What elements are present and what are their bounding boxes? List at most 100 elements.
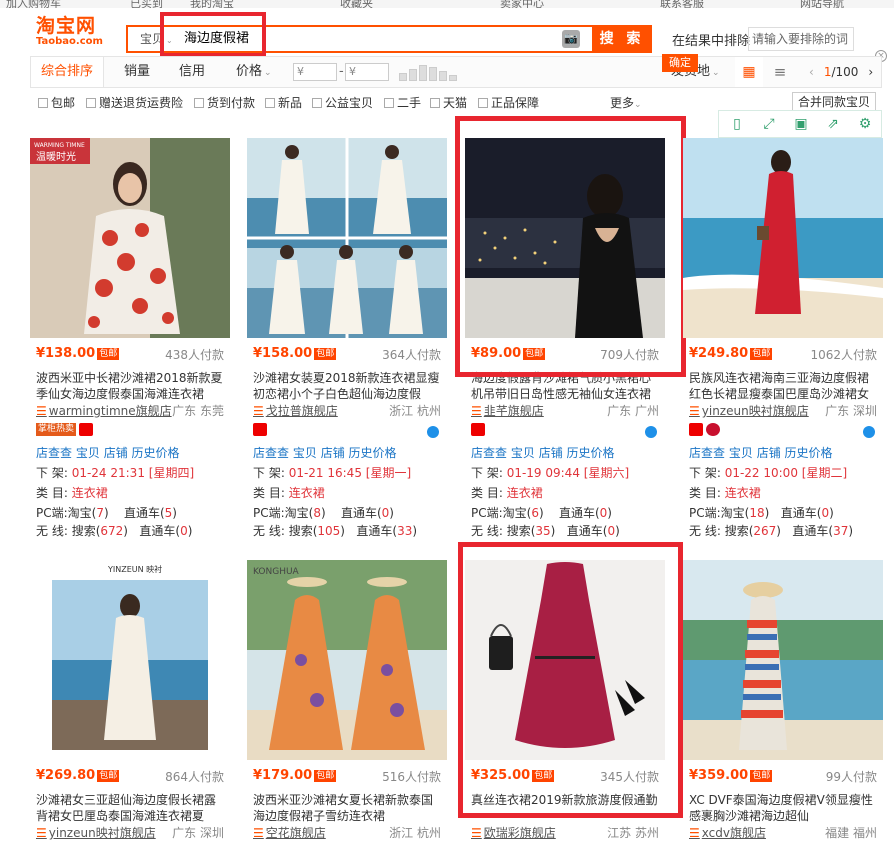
checkbox[interactable] — [430, 98, 440, 108]
product-title[interactable]: 民族风连衣裙海南三亚海边度假裙红色长裙显瘦泰国巴厘岛沙滩裙女 — [689, 370, 879, 400]
expand-icon[interactable]: ⤢ — [759, 115, 779, 133]
top-nav-item[interactable]: 网站导航 — [800, 0, 844, 8]
product-image[interactable]: KONGHUA — [247, 560, 447, 760]
wx-search-label: 搜索( — [71, 524, 101, 538]
info-link[interactable]: 历史价格 — [132, 446, 180, 460]
shop-link[interactable]: ☰ xcdv旗舰店 — [689, 824, 766, 841]
top-nav-item[interactable]: 收藏夹 — [340, 0, 373, 8]
pc-ztc-label: 直通车( — [780, 506, 822, 520]
save-icon[interactable]: ▣ — [791, 115, 811, 133]
wireless-row: 无 线: 搜索(267) 直通车(37) — [689, 522, 853, 539]
info-link[interactable]: 店查查 — [253, 446, 289, 460]
top-nav-item[interactable]: 已买到 — [130, 0, 163, 8]
product-title[interactable]: XC DVF泰国海边度假裙V领显瘦性感裹胸沙滩裙海边超仙 — [689, 792, 879, 822]
shop-name: 韭芊旗舰店 — [483, 404, 544, 418]
delist-weekday: [星期一] — [365, 466, 412, 480]
product-card[interactable]: ¥359.00 包邮 99人付款 XC DVF泰国海边度假裙V领显瘦性感裹胸沙滩裙… — [683, 560, 885, 854]
product-card[interactable]: ¥249.80 包邮 1062人付款 民族风连衣裙海南三亚海边度假裙红色长裙显瘦泰… — [683, 138, 885, 538]
product-image[interactable]: WARMING TIMNE 温暖时光 — [30, 138, 230, 338]
info-link[interactable]: 历史价格 — [567, 446, 615, 460]
product-image[interactable] — [683, 560, 883, 760]
prev-page-icon[interactable]: ‹ — [809, 65, 814, 79]
top-nav-item[interactable]: 我的淘宝 — [190, 0, 234, 8]
shop-link[interactable]: ☰ 空花旗舰店 — [253, 824, 326, 841]
shop-link[interactable]: ☰ yinzeun映衬旗舰店 — [689, 402, 809, 419]
brand-banner: WARMING TIMNE — [34, 142, 85, 149]
checkbox[interactable] — [312, 98, 322, 108]
filter-genuine[interactable]: 正品保障 — [478, 94, 539, 111]
product-title[interactable]: 波西米亚沙滩裙女夏长裙新款泰国海边度假裙子雪纺连衣裙 — [253, 792, 443, 822]
price-max-input[interactable]: ¥ — [345, 63, 389, 81]
next-page-icon[interactable]: › — [868, 65, 873, 79]
gear-icon[interactable]: ⚙ — [855, 115, 875, 133]
info-link[interactable]: 宝贝 — [729, 446, 753, 460]
product-title[interactable]: 沙滩裙女装夏2018新款连衣裙显瘦初恋裙小个子白色超仙海边度假 — [253, 370, 443, 400]
exclude-input[interactable]: 请输入要排除的词 — [748, 27, 854, 51]
shop-link[interactable]: ☰ yinzeun映衬旗舰店 — [36, 824, 156, 841]
filter-tmall[interactable]: 天猫 — [430, 94, 467, 111]
sort-sales[interactable]: 销量 — [124, 57, 150, 87]
phone-icon[interactable]: ▯ — [727, 115, 747, 133]
info-link[interactable]: 店铺 — [539, 446, 563, 460]
product-title[interactable]: 波西米亚中长裙沙滩裙2018新款夏季仙女海边度假泰国海滩连衣裙 — [36, 370, 226, 400]
info-link[interactable]: 店查查 — [471, 446, 507, 460]
filter-secondhand[interactable]: 二手 — [384, 94, 421, 111]
filter-free-shipping[interactable]: 包邮 — [38, 94, 75, 111]
pc-taobao-label: 淘宝( — [284, 506, 314, 520]
product-card[interactable]: KONGHUA ¥179.00 包邮 516人付款 波西米亚沙滩裙女夏长裙新款泰国… — [247, 560, 449, 854]
checkbox[interactable] — [384, 98, 394, 108]
list-view-icon[interactable]: ≡ — [767, 57, 793, 87]
product-card[interactable]: WARMING TIMNE 温暖时光 ¥138.00 包邮 438人付款 波西米亚… — [30, 138, 232, 538]
sort-credit[interactable]: 信用 — [179, 57, 205, 87]
camera-icon[interactable]: 📷 — [562, 30, 580, 48]
share-icon[interactable]: ⇗ — [823, 115, 843, 133]
product-card[interactable]: ¥158.00 包邮 364人付款 沙滩裙女装夏2018新款连衣裙显瘦初恋裙小个子… — [247, 138, 449, 538]
product-card[interactable]: YINZEUN 映衬 ¥269.80 包邮 864人付款 沙滩裙女三亚超仙海边度假… — [30, 560, 232, 854]
info-link[interactable]: 店查查 — [689, 446, 725, 460]
top-nav-item[interactable]: 加入购物车 — [6, 0, 61, 8]
info-link[interactable]: 店铺 — [104, 446, 128, 460]
filter-cod[interactable]: 货到付款 — [194, 94, 255, 111]
checkbox[interactable] — [86, 98, 96, 108]
checkbox[interactable] — [38, 98, 48, 108]
info-link[interactable]: 店查查 — [36, 446, 72, 460]
product-image[interactable] — [683, 138, 883, 338]
category-label: 类 目: — [36, 486, 68, 500]
price-min-input[interactable]: ¥ — [293, 63, 337, 81]
checkbox[interactable] — [478, 98, 488, 108]
filter-new[interactable]: 新品 — [265, 94, 302, 111]
info-link[interactable]: 历史价格 — [349, 446, 397, 460]
top-nav-item[interactable]: 联系客服 — [660, 0, 704, 8]
info-link[interactable]: 店铺 — [321, 446, 345, 460]
info-link[interactable]: 宝贝 — [511, 446, 535, 460]
shop-link[interactable]: ☰ 戈拉普旗舰店 — [253, 402, 338, 419]
shop-link[interactable]: ☰ 欧瑞彩旗舰店 — [471, 824, 556, 841]
taobao-logo[interactable]: 淘宝网 Taobao.com — [36, 16, 106, 52]
info-link[interactable]: 宝贝 — [76, 446, 100, 460]
wangwang-icon[interactable] — [645, 426, 657, 438]
paren: ) — [829, 506, 834, 520]
filter-return-insurance[interactable]: 赠送退货运费险 — [86, 94, 183, 111]
filter-charity[interactable]: 公益宝贝 — [312, 94, 373, 111]
info-link[interactable]: 宝贝 — [293, 446, 317, 460]
shop-link[interactable]: ☰ 韭芊旗舰店 — [471, 402, 544, 419]
info-link[interactable]: 历史价格 — [785, 446, 833, 460]
sort-price[interactable]: 价格 ⌄ — [236, 57, 272, 87]
search-button[interactable]: 搜 索 — [592, 25, 652, 53]
wangwang-icon[interactable] — [863, 426, 875, 438]
checkbox[interactable] — [194, 98, 204, 108]
product-image[interactable] — [247, 138, 447, 338]
more-filters-button[interactable]: 更多⌄ — [610, 94, 642, 111]
product-title[interactable]: 沙滩裙女三亚超仙海边度假长裙露背裙女巴厘岛泰国海滩连衣裙夏 — [36, 792, 226, 822]
merge-same-button[interactable]: 合并同款宝贝 — [792, 92, 876, 112]
price-range-graph[interactable] — [399, 65, 461, 81]
sort-default[interactable]: 综合排序 — [31, 57, 105, 87]
grid-view-icon[interactable]: ▦ — [735, 57, 763, 87]
exclude-confirm-button[interactable]: 确定 — [662, 54, 698, 72]
info-link[interactable]: 店铺 — [757, 446, 781, 460]
checkbox[interactable] — [265, 98, 275, 108]
shop-link[interactable]: ☰ warmingtimne旗舰店 — [36, 402, 172, 419]
top-nav-item[interactable]: 卖家中心 — [500, 0, 544, 8]
wangwang-icon[interactable] — [427, 426, 439, 438]
product-image[interactable]: YINZEUN 映衬 — [30, 560, 230, 760]
